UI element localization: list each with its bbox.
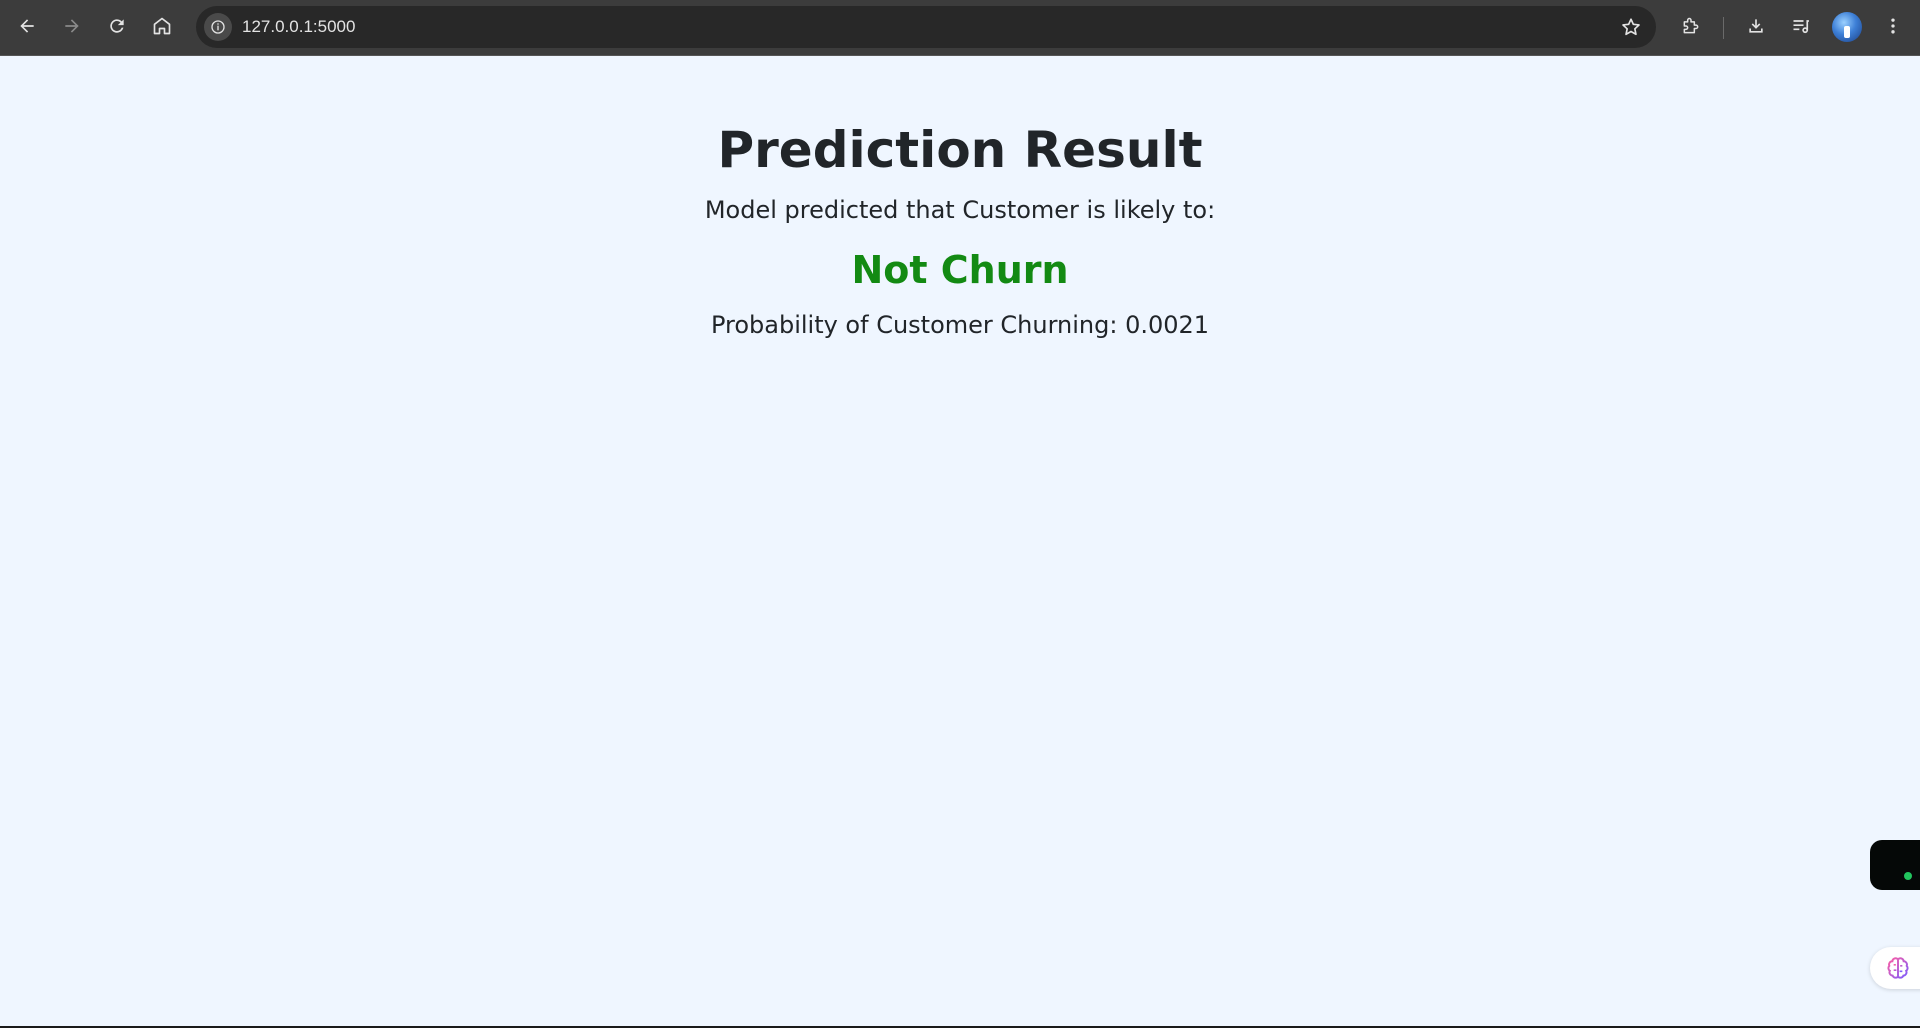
forward-button[interactable] [54, 8, 90, 44]
menu-icon [1891, 18, 1895, 34]
reload-icon [110, 19, 124, 33]
site-info-icon [211, 20, 225, 34]
profile-avatar[interactable] [1832, 12, 1862, 42]
star-icon [1622, 18, 1640, 36]
browser-toolbar: 127.0.0.1:5000 [0, 0, 1920, 56]
forward-icon [65, 19, 79, 33]
reading-list-button[interactable] [1783, 8, 1819, 44]
reload-button[interactable] [99, 8, 135, 44]
extensions-icon [1683, 17, 1699, 34]
probability-label: Probability of Customer Churning: [710, 311, 1126, 339]
home-icon [153, 17, 171, 35]
download-icon [1749, 19, 1763, 33]
bookmark-button[interactable] [1618, 14, 1644, 40]
page-content: Prediction Result Model predicted that C… [0, 57, 1920, 1028]
brain-extension-button[interactable] [1870, 947, 1920, 989]
prediction-subtitle: Model predicted that Customer is likely … [704, 196, 1216, 224]
page-title: Prediction Result [717, 121, 1203, 179]
address-bar[interactable]: 127.0.0.1:5000 [196, 6, 1656, 48]
reading-list-icon [1793, 20, 1809, 34]
back-icon [20, 19, 34, 33]
downloads-button[interactable] [1738, 8, 1774, 44]
back-button[interactable] [9, 8, 45, 44]
home-button[interactable] [144, 8, 180, 44]
browser-menu-button[interactable] [1875, 8, 1911, 44]
site-info-button[interactable] [204, 13, 232, 41]
url-text[interactable]: 127.0.0.1:5000 [242, 17, 355, 37]
brain-icon [1887, 957, 1909, 979]
floating-panel-toggle[interactable] [1870, 840, 1920, 890]
status-dot [1904, 872, 1912, 880]
toolbar-divider [1723, 17, 1724, 39]
prediction-result: Not Churn [851, 248, 1069, 292]
churn-probability: Probability of Customer Churning: 0.0021 [0, 311, 1920, 339]
probability-value: 0.0021 [1125, 311, 1210, 339]
extensions-button[interactable] [1673, 8, 1709, 44]
